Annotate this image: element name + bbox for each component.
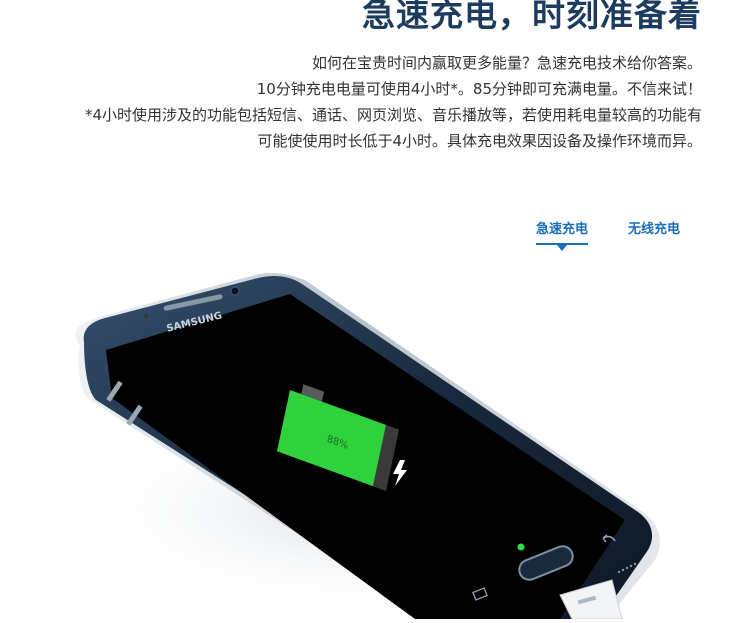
notification-led-icon — [517, 543, 525, 551]
front-camera-icon — [230, 286, 240, 296]
description-block: 如何在宝贵时间内赢取更多能量？急速充电技术给你答案。 10分钟充电电量可使用4小… — [85, 50, 702, 154]
description-line-4: 可能使使用时长低于4小时。具体充电效果因设备及操作环境而异。 — [257, 132, 702, 150]
description-line-2: 10分钟充电电量可使用4小时*。85分钟即可充满电量。不信来试！ — [256, 80, 702, 98]
tab-wireless-charging[interactable]: 无线充电 — [628, 218, 680, 245]
tab-fast-charging-label: 急速充电 — [536, 222, 589, 237]
tab-wireless-charging-label: 无线充电 — [628, 222, 681, 237]
phone-svg: SAMSUNG 88% — [50, 272, 710, 620]
description-line-1: 如何在宝贵时间内赢取更多能量？急速充电技术给你答案。 — [311, 54, 702, 72]
page-title: 急速充电，时刻准备着 — [362, 0, 702, 34]
charging-tabs: 急速充电 无线充电 — [536, 218, 680, 251]
description-line-3: *4小时使用涉及的功能包括短信、通话、网页浏览、音乐播放等，若使用耗电量较高的功… — [84, 106, 702, 124]
sensor-icon — [143, 313, 149, 319]
phone-illustration: SAMSUNG 88% — [0, 250, 750, 620]
tab-fast-charging[interactable]: 急速充电 — [536, 218, 589, 251]
